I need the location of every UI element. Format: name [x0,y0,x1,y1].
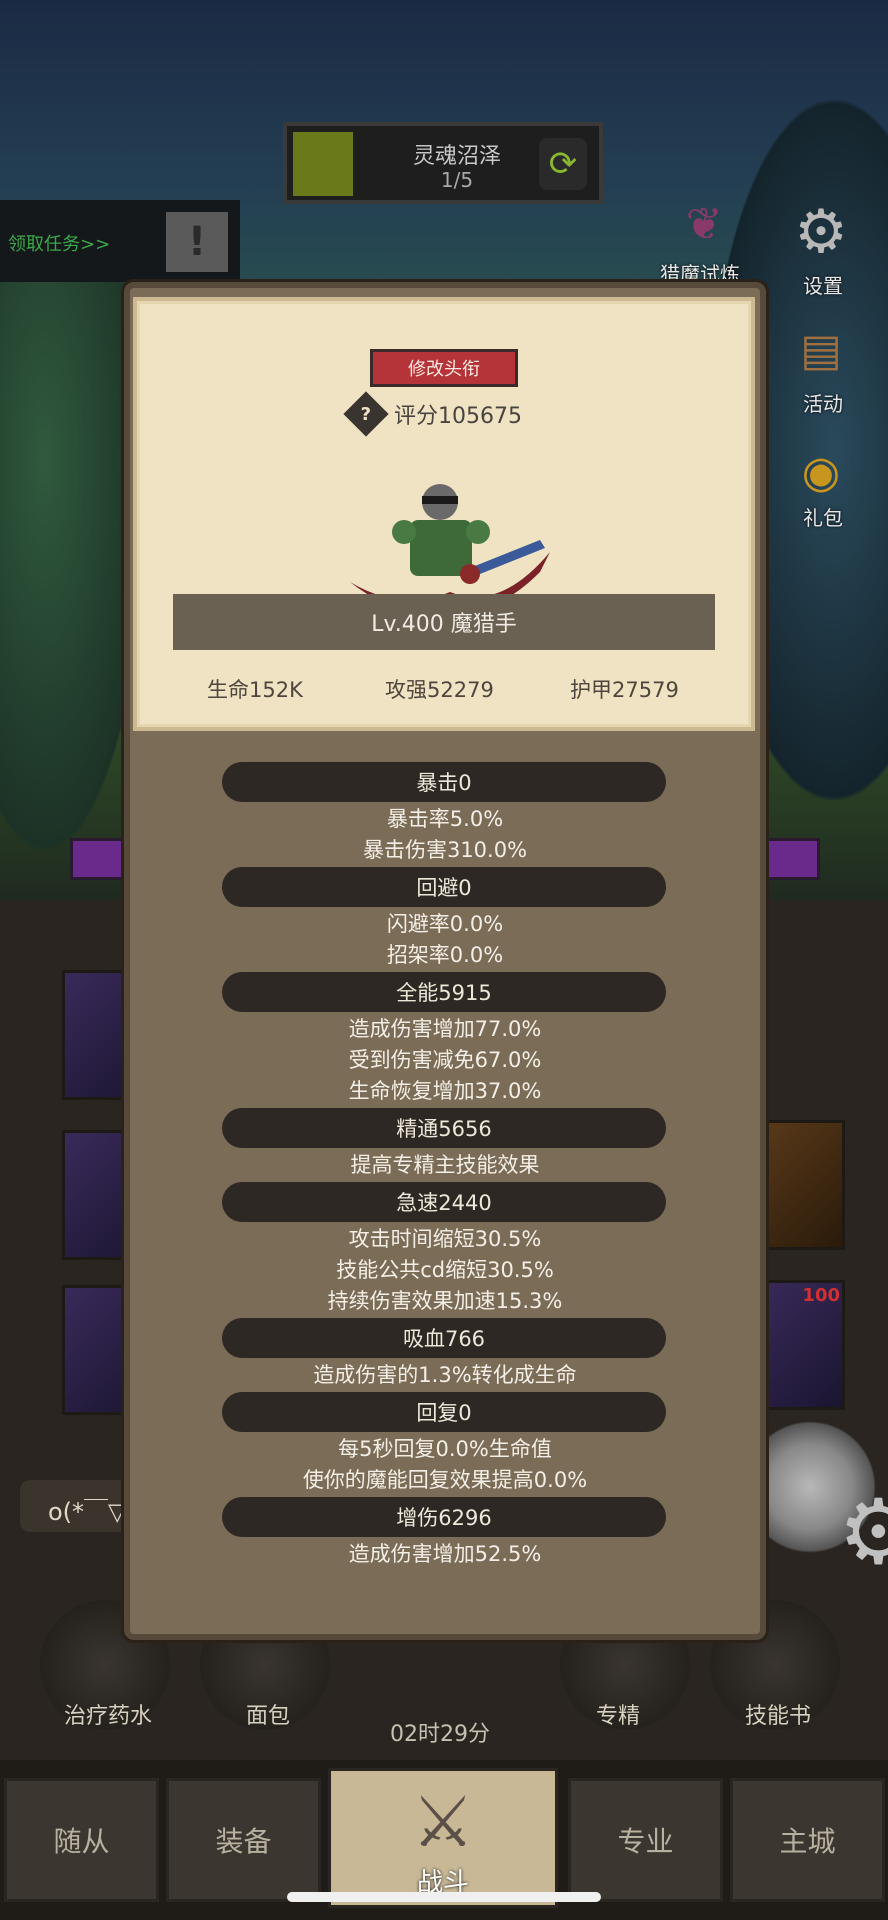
stat-line: 造成伤害的1.3%转化成生命 [313,1363,577,1387]
nav-label: 主城 [779,1825,836,1858]
score-row: ? 评分105675 [343,391,522,437]
gift-icon[interactable]: ◉ [785,436,857,508]
demon-wing-icon[interactable]: ❦ [668,188,740,260]
armor-stat: 护甲27579 [570,678,679,702]
edit-title-button[interactable]: 修改头衔 [370,349,518,387]
slot-count-badge: 100 [802,1285,840,1306]
equipment-slot[interactable] [755,1120,845,1250]
stat-line: 攻击时间缩短30.5% [348,1227,542,1251]
stat-line: 造成伤害增加77.0% [348,1017,542,1041]
avoid-header: 回避0 [222,867,666,907]
stat-line: 技能公共cd缩短30.5% [336,1258,554,1282]
nav-battle[interactable]: ⚔ 战斗 [328,1768,558,1908]
stat-line: 使你的魔能回复效果提高0.0% [302,1468,588,1492]
skillbook-label: 技能书 [744,1704,811,1729]
nav-equipment[interactable]: 装备 [166,1778,321,1902]
stat-line: 每5秒回复0.0%生命值 [338,1437,552,1461]
stat-line: 持续伤害效果加速15.3% [327,1289,563,1313]
versatility-header: 全能5915 [222,972,666,1012]
level-name-bar: Lv.400 魔猎手 [173,594,715,650]
potion-label: 治疗药水 [63,1704,152,1729]
chat-text: o(*￣▽ [48,1498,127,1526]
zone-selector[interactable]: 灵魂沼泽 1/5 ⟳ [283,122,603,204]
gear-icon[interactable]: ⚙ [785,196,857,268]
zone-progress: 1/5 [440,168,474,192]
nav-label: 专业 [617,1825,674,1858]
stat-line: 闪避率0.0% [386,912,504,936]
stat-line: 生命恢复增加37.0% [348,1079,542,1103]
quest-label: 领取任务>> [8,234,111,255]
nav-label: 装备 [215,1825,272,1858]
nav-main-city[interactable]: 主城 [730,1778,885,1902]
exclamation-icon: ! [166,212,228,272]
mastery-header: 精通5656 [222,1108,666,1148]
nav-label: 随从 [53,1825,110,1858]
stat-line: 暴击率5.0% [386,807,504,831]
gift-label: 礼包 [803,506,843,530]
bread-label: 面包 [245,1704,290,1729]
stat-line: 受到伤害减免67.0% [348,1048,542,1072]
haste-header: 急速2440 [222,1182,666,1222]
activity-label: 活动 [803,392,843,416]
refresh-icon[interactable]: ⟳ [539,138,587,190]
stat-line: 造成伤害增加52.5% [348,1542,542,1566]
nav-companions[interactable]: 随从 [4,1778,159,1902]
lifesteal-header: 吸血766 [222,1318,666,1358]
damage-bonus-header: 增伤6296 [222,1497,666,1537]
stat-line: 提高专精主技能效果 [350,1153,540,1177]
help-icon[interactable]: ? [343,391,389,437]
stat-line: 招架率0.0% [386,943,504,967]
scroll-icon[interactable]: ▤ [785,314,857,386]
gear-icon[interactable]: ⚙ [838,1480,888,1585]
regen-header: 回复0 [222,1392,666,1432]
timer-text: 02时29分 [390,1722,490,1747]
zone-name: 灵魂沼泽 [412,144,501,169]
spec-label: 专精 [595,1704,640,1729]
crossed-swords-icon: ⚔ [411,1781,475,1863]
progress-bar-right [760,838,820,880]
zone-progress-swatch [293,132,353,196]
quest-banner[interactable]: 领取任务>> ! [0,200,240,282]
equipment-slot[interactable]: 100 [755,1280,845,1410]
home-indicator [287,1892,601,1902]
stat-line: 暴击伤害310.0% [362,838,528,862]
nav-profession[interactable]: 专业 [568,1778,723,1902]
settings-label: 设置 [803,274,843,298]
crit-header: 暴击0 [222,762,666,802]
attack-stat: 攻强52279 [385,678,494,702]
score-text: 评分105675 [394,404,522,429]
hp-stat: 生命152K [207,678,303,702]
